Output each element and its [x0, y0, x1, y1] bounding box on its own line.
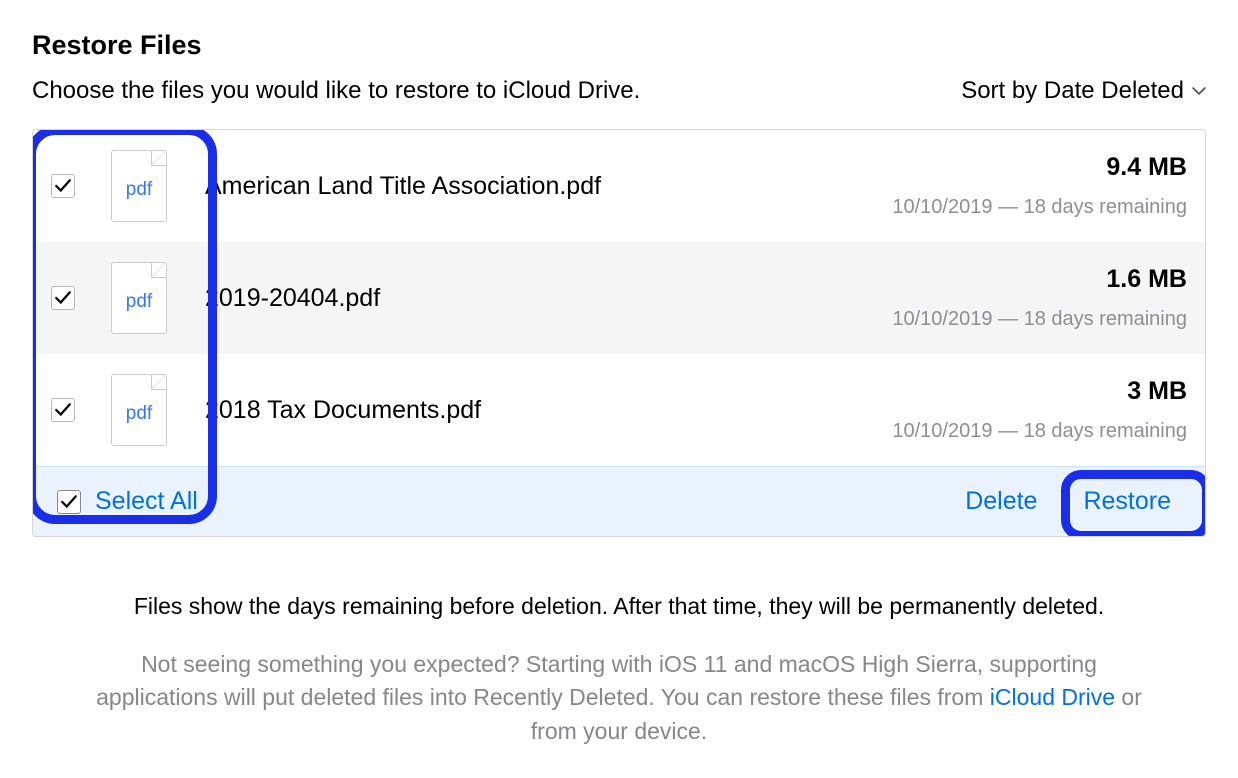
file-row[interactable]: pdf 2018 Tax Documents.pdf 3 MB 10/10/20… — [33, 354, 1205, 466]
sort-label: Sort by Date Deleted — [961, 77, 1184, 105]
file-info: 2019-20404.pdf — [205, 284, 892, 313]
icloud-drive-link[interactable]: iCloud Drive — [990, 684, 1115, 710]
delete-button[interactable]: Delete — [955, 481, 1047, 522]
footer-secondary: Not seeing something you expected? Start… — [92, 648, 1146, 748]
file-meta-column: 9.4 MB 10/10/2019 — 18 days remaining — [892, 153, 1187, 219]
pdf-file-icon: pdf — [111, 262, 167, 334]
file-checkbox[interactable] — [51, 286, 75, 310]
file-info: 2018 Tax Documents.pdf — [205, 396, 892, 425]
file-list: pdf American Land Title Association.pdf … — [32, 129, 1206, 537]
check-icon — [54, 177, 72, 195]
file-row[interactable]: pdf American Land Title Association.pdf … — [33, 130, 1205, 242]
file-size: 3 MB — [892, 377, 1187, 406]
sort-dropdown[interactable]: Sort by Date Deleted — [961, 77, 1206, 105]
chevron-down-icon — [1192, 84, 1206, 98]
file-checkbox[interactable] — [51, 398, 75, 422]
action-toolbar: Select All Delete Restore — [33, 466, 1205, 536]
restore-button[interactable]: Restore — [1073, 481, 1181, 522]
file-size: 9.4 MB — [892, 153, 1187, 182]
select-all-checkbox[interactable] — [57, 490, 81, 514]
check-icon — [60, 493, 78, 511]
file-size: 1.6 MB — [892, 265, 1187, 294]
file-row[interactable]: pdf 2019-20404.pdf 1.6 MB 10/10/2019 — 1… — [33, 242, 1205, 354]
pdf-file-icon: pdf — [111, 150, 167, 222]
file-meta: 10/10/2019 — 18 days remaining — [892, 196, 1187, 219]
file-icon-label: pdf — [126, 291, 152, 313]
page-title: Restore Files — [32, 30, 1206, 61]
file-meta-column: 3 MB 10/10/2019 — 18 days remaining — [892, 377, 1187, 443]
file-meta-column: 1.6 MB 10/10/2019 — 18 days remaining — [892, 265, 1187, 331]
footer-notes: Files show the days remaining before del… — [32, 593, 1206, 748]
file-name: 2018 Tax Documents.pdf — [205, 396, 892, 425]
file-meta: 10/10/2019 — 18 days remaining — [892, 420, 1187, 443]
file-name: American Land Title Association.pdf — [205, 172, 892, 201]
pdf-file-icon: pdf — [111, 374, 167, 446]
file-name: 2019-20404.pdf — [205, 284, 892, 313]
footer-secondary-pre: Not seeing something you expected? Start… — [96, 651, 1097, 710]
file-checkbox[interactable] — [51, 174, 75, 198]
subtitle: Choose the files you would like to resto… — [32, 77, 640, 105]
check-icon — [54, 401, 72, 419]
header-row: Choose the files you would like to resto… — [32, 77, 1206, 105]
file-icon-label: pdf — [126, 179, 152, 201]
footer-primary: Files show the days remaining before del… — [92, 593, 1146, 620]
check-icon — [54, 289, 72, 307]
file-icon-label: pdf — [126, 403, 152, 425]
file-info: American Land Title Association.pdf — [205, 172, 892, 201]
select-all-label[interactable]: Select All — [95, 487, 198, 516]
file-meta: 10/10/2019 — 18 days remaining — [892, 308, 1187, 331]
